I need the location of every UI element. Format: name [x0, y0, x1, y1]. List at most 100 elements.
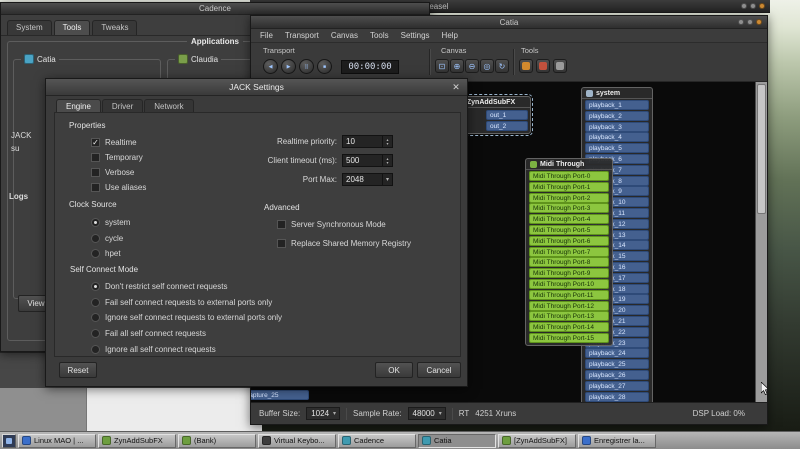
- checkbox-row[interactable]: Replace Shared Memory Registry: [277, 238, 411, 249]
- port-midi[interactable]: Midi Through Port-6: [529, 236, 609, 246]
- maximize-button[interactable]: [747, 19, 753, 25]
- port-midi[interactable]: Midi Through Port-9: [529, 268, 609, 278]
- dialog-titlebar[interactable]: JACK Settings ✕: [46, 79, 467, 96]
- zoom-button-icon[interactable]: ↻: [495, 59, 509, 73]
- port-max-combo[interactable]: 2048 ▾: [342, 173, 393, 186]
- taskbar-window-button[interactable]: ZynAddSubFX: [98, 434, 176, 448]
- port-audio-out[interactable]: out_1: [486, 110, 528, 120]
- radio-button[interactable]: [91, 218, 100, 227]
- checkbox[interactable]: [91, 168, 100, 177]
- taskbar-window-button[interactable]: Catia: [418, 434, 496, 448]
- zoom-button-icon[interactable]: ⊕: [450, 59, 464, 73]
- spinner-arrows-icon[interactable]: ▴▾: [382, 136, 392, 147]
- close-icon[interactable]: ✕: [450, 81, 462, 93]
- radio-row[interactable]: Fail self connect requests to external p…: [91, 297, 282, 308]
- minimize-button[interactable]: [741, 3, 747, 9]
- catia-titlebar[interactable]: Catia: [251, 16, 767, 29]
- canvas-vertical-scrollbar[interactable]: [755, 82, 767, 402]
- radio-button[interactable]: [91, 345, 100, 354]
- zoom-button-icon[interactable]: ◎: [480, 59, 494, 73]
- radio-row[interactable]: system: [91, 217, 130, 228]
- port-playback[interactable]: playback_25: [585, 359, 649, 369]
- port-playback[interactable]: playback_27: [585, 381, 649, 391]
- menu-item[interactable]: Settings: [395, 30, 436, 41]
- radio-row[interactable]: Ignore all self connect requests: [91, 344, 282, 355]
- tool-button[interactable]: [536, 59, 550, 73]
- spinner-arrows-icon[interactable]: ▴▾: [382, 155, 392, 166]
- port-playback[interactable]: playback_5: [585, 143, 649, 153]
- port-midi[interactable]: Midi Through Port-8: [529, 257, 609, 267]
- zoom-button-icon[interactable]: ⊡: [435, 59, 449, 73]
- checkbox-row[interactable]: Realtime: [91, 137, 146, 148]
- settings-tab[interactable]: Driver: [102, 99, 143, 113]
- cancel-button[interactable]: Cancel: [417, 362, 461, 378]
- tool-button[interactable]: [553, 59, 567, 73]
- radio-button[interactable]: [91, 249, 100, 258]
- checkbox-row[interactable]: Use aliases: [91, 182, 146, 193]
- port-playback[interactable]: playback_2: [585, 111, 649, 121]
- menu-item[interactable]: Help: [436, 30, 464, 41]
- transport-button-icon[interactable]: ||: [299, 59, 314, 74]
- scrollbar-thumb[interactable]: [757, 84, 766, 214]
- checkbox[interactable]: [91, 153, 100, 162]
- close-button[interactable]: [759, 3, 765, 9]
- zoom-button-icon[interactable]: ⊖: [465, 59, 479, 73]
- checkbox[interactable]: [277, 220, 286, 229]
- settings-tab[interactable]: Network: [144, 99, 193, 113]
- sample-rate-combo[interactable]: 48000▾: [408, 407, 446, 420]
- checkbox-row[interactable]: Server Synchronous Mode: [277, 219, 411, 230]
- menu-button[interactable]: [2, 434, 16, 448]
- taskbar-window-button[interactable]: (Bank): [178, 434, 256, 448]
- port-playback[interactable]: playback_26: [585, 370, 649, 380]
- taskbar-window-button[interactable]: [ZynAddSubFX]: [498, 434, 576, 448]
- port-midi[interactable]: Midi Through Port-2: [529, 193, 609, 203]
- menu-item[interactable]: Canvas: [325, 30, 364, 41]
- tool-button[interactable]: [519, 59, 533, 73]
- radio-row[interactable]: hpet: [91, 248, 130, 259]
- menu-item[interactable]: Tools: [364, 30, 395, 41]
- radio-row[interactable]: Fail all self connect requests: [91, 328, 282, 339]
- radio-button[interactable]: [91, 313, 100, 322]
- radio-row[interactable]: Ignore self connect requests to external…: [91, 312, 282, 323]
- radio-row[interactable]: Don't restrict self connect requests: [91, 281, 282, 292]
- port-playback[interactable]: playback_28: [585, 392, 649, 402]
- settings-tab[interactable]: Engine: [56, 99, 101, 113]
- port-midi[interactable]: Midi Through Port-4: [529, 214, 609, 224]
- radio-button[interactable]: [91, 298, 100, 307]
- menu-item[interactable]: File: [254, 30, 279, 41]
- cadence-tab[interactable]: Tools: [54, 20, 91, 35]
- minimize-button[interactable]: [738, 19, 744, 25]
- port-midi[interactable]: Midi Through Port-11: [529, 290, 609, 300]
- checkbox-row[interactable]: Verbose: [91, 167, 146, 178]
- client-timeout-spinner[interactable]: 500 ▴▾: [342, 154, 393, 167]
- port-playback[interactable]: playback_3: [585, 122, 649, 132]
- buffer-size-combo[interactable]: 1024▾: [306, 407, 340, 420]
- menu-item[interactable]: Transport: [279, 30, 325, 41]
- port-midi[interactable]: Midi Through Port-1: [529, 182, 609, 192]
- radio-button[interactable]: [91, 282, 100, 291]
- port-midi[interactable]: Midi Through Port-14: [529, 322, 609, 332]
- taskbar-window-button[interactable]: Cadence: [338, 434, 416, 448]
- checkbox[interactable]: [277, 239, 286, 248]
- port-playback[interactable]: playback_24: [585, 348, 649, 358]
- port-midi[interactable]: Midi Through Port-12: [529, 301, 609, 311]
- port-audio-out[interactable]: out_2: [486, 121, 528, 131]
- cadence-tab[interactable]: System: [7, 20, 52, 35]
- transport-button-icon[interactable]: ■: [317, 59, 332, 74]
- port-playback[interactable]: playback_4: [585, 132, 649, 142]
- port-midi[interactable]: Midi Through Port-10: [529, 279, 609, 289]
- port-midi[interactable]: Midi Through Port-5: [529, 225, 609, 235]
- checkbox-row[interactable]: Temporary: [91, 152, 146, 163]
- reset-button[interactable]: Reset: [59, 362, 97, 378]
- cadence-tab[interactable]: Tweaks: [92, 20, 137, 35]
- port-midi[interactable]: Midi Through Port-15: [529, 333, 609, 343]
- maximize-button[interactable]: [750, 3, 756, 9]
- ok-button[interactable]: OK: [375, 362, 413, 378]
- cadence-titlebar[interactable]: Cadence: [1, 3, 429, 15]
- radio-button[interactable]: [91, 329, 100, 338]
- radio-row[interactable]: cycle: [91, 233, 130, 244]
- port-capture-fragment[interactable]: capture_25: [251, 390, 309, 400]
- taskbar-window-button[interactable]: Virtual Keybo...: [258, 434, 336, 448]
- transport-button-icon[interactable]: ▶: [281, 59, 296, 74]
- port-midi[interactable]: Midi Through Port-0: [529, 171, 609, 181]
